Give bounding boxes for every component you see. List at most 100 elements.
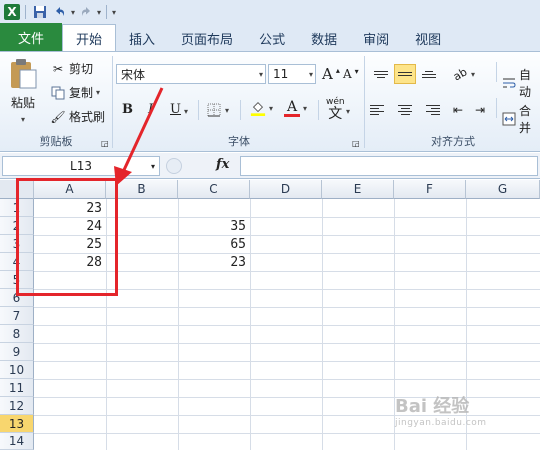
customize-qat-icon[interactable]: ▾ [112,8,116,17]
tab-view[interactable]: 视图 [402,25,454,51]
row-header-12[interactable]: 12 [0,397,34,415]
phonetic-dropdown-icon[interactable]: ▾ [346,107,350,116]
row-header-13[interactable]: 13 [0,415,34,433]
chevron-down-icon: ▾ [269,103,274,113]
row-header-14[interactable]: 14 [0,433,34,450]
cell-c2[interactable]: 35 [178,217,250,235]
gridline [34,271,540,272]
gridline [34,217,540,218]
font-group-label: 字体 [228,135,250,148]
underline-dropdown-icon[interactable]: ▾ [184,107,188,116]
row-header-10[interactable]: 10 [0,361,34,379]
merge-center-button[interactable]: 合并 [502,102,540,136]
column-header-g[interactable]: G [466,180,540,199]
row-header-3[interactable]: 3 [0,235,34,253]
column-header-c[interactable]: C [178,180,250,199]
tab-insert[interactable]: 插入 [116,25,168,51]
paste-label: 粘贴 [10,96,35,110]
tab-file[interactable]: 文件 [0,23,63,51]
paste-button[interactable]: 粘贴 ▾ [8,58,38,124]
undo-dropdown-icon[interactable]: ▾ [71,8,75,17]
decrease-indent-button[interactable]: ⇤ [450,102,466,118]
tab-page-layout[interactable]: 页面布局 [168,25,246,51]
divider [106,5,108,19]
excel-logo-icon: X [4,4,20,20]
cell-a1[interactable]: 23 [34,199,106,217]
tab-formulas[interactable]: 公式 [246,25,298,51]
phonetic-button[interactable]: wén 文 [326,96,345,121]
clipboard-group-label: 剪贴板 [39,135,73,148]
row-header-4[interactable]: 4 [0,253,34,271]
formula-input[interactable] [240,156,538,176]
cell-c3[interactable]: 65 [178,235,250,253]
align-right-button[interactable] [418,100,440,120]
ribbon-tabs: 文件 开始 插入 页面布局 公式 数据 审阅 视图 [0,23,540,52]
group-divider [112,56,113,148]
caret-down-icon: ▾ [354,66,359,76]
font-color-letter: A [286,99,298,115]
save-icon[interactable] [31,3,49,21]
format-painter-button[interactable]: 🖌 格式刷 [50,108,105,125]
font-name-select[interactable]: 宋体 ▾ [116,64,266,84]
shrink-font-button[interactable]: A ▾ [343,66,359,82]
align-middle-button[interactable] [394,64,416,84]
insert-function-button[interactable]: fx [216,157,229,172]
align-top-button[interactable] [370,64,392,84]
font-size-select[interactable]: 11 ▾ [268,64,316,84]
divider [496,62,497,82]
copy-label: 复制 [69,86,94,100]
column-header-e[interactable]: E [322,180,394,199]
column-header-f[interactable]: F [394,180,466,199]
select-all-corner[interactable] [0,180,34,199]
tab-data[interactable]: 数据 [298,25,350,51]
cell-a2[interactable]: 24 [34,217,106,235]
row-header-9[interactable]: 9 [0,343,34,361]
formula-bar-expand-handle[interactable] [166,158,182,174]
tab-review[interactable]: 审阅 [350,25,402,51]
paste-icon [11,59,37,89]
shrink-font-icon: A [343,67,352,81]
orientation-button[interactable]: ab ▾ [451,65,475,83]
align-center-button[interactable] [394,100,416,120]
wrap-text-button[interactable]: 自动 [502,66,540,100]
cut-button[interactable]: ✂ 剪切 [50,60,93,77]
font-name-value: 宋体 [121,67,146,82]
row-header-5[interactable]: 5 [0,271,34,289]
copy-button[interactable]: 复制 ▾ [50,84,100,101]
row-header-6[interactable]: 6 [0,289,34,307]
gridline [34,361,540,362]
fill-color-button[interactable]: ▾ [250,100,273,116]
bold-button[interactable]: B [122,102,133,117]
undo-icon[interactable] [51,3,69,21]
cell-c4[interactable]: 23 [178,253,250,271]
name-box[interactable]: L13 ▾ [2,156,160,176]
borders-button[interactable]: ▾ [206,102,229,118]
row-header-8[interactable]: 8 [0,325,34,343]
cell-a3[interactable]: 25 [34,235,106,253]
redo-dropdown-icon[interactable]: ▾ [97,8,101,17]
font-color-swatch [284,114,300,117]
column-header-a[interactable]: A [34,180,106,199]
ribbon: 粘贴 ▾ ✂ 剪切 复制 ▾ 🖌 格式刷 剪贴板 ◲ 宋体 ▾ 11 ▾ A ▴ … [0,52,540,152]
row-header-1[interactable]: 1 [0,199,34,217]
grow-font-button[interactable]: A ▴ [322,65,340,83]
increase-indent-button[interactable]: ⇥ [472,102,488,118]
column-header-d[interactable]: D [250,180,322,199]
align-left-button[interactable] [370,100,392,120]
chevron-down-icon: ▾ [150,161,155,171]
font-launcher-icon[interactable]: ◲ [352,139,360,148]
font-color-button[interactable]: A ▾ [284,100,307,117]
grow-font-icon: A [322,65,333,83]
italic-button[interactable]: I [148,102,153,117]
row-header-2[interactable]: 2 [0,217,34,235]
clipboard-launcher-icon[interactable]: ◲ [101,139,109,148]
redo-icon[interactable] [77,3,95,21]
underline-button[interactable]: U [170,102,181,117]
column-header-b[interactable]: B [106,180,178,199]
cell-a4[interactable]: 28 [34,253,106,271]
align-bottom-button[interactable] [418,64,440,84]
formula-bar: L13 ▾ fx [0,153,540,179]
tab-home[interactable]: 开始 [62,24,117,51]
row-header-7[interactable]: 7 [0,307,34,325]
row-header-11[interactable]: 11 [0,379,34,397]
